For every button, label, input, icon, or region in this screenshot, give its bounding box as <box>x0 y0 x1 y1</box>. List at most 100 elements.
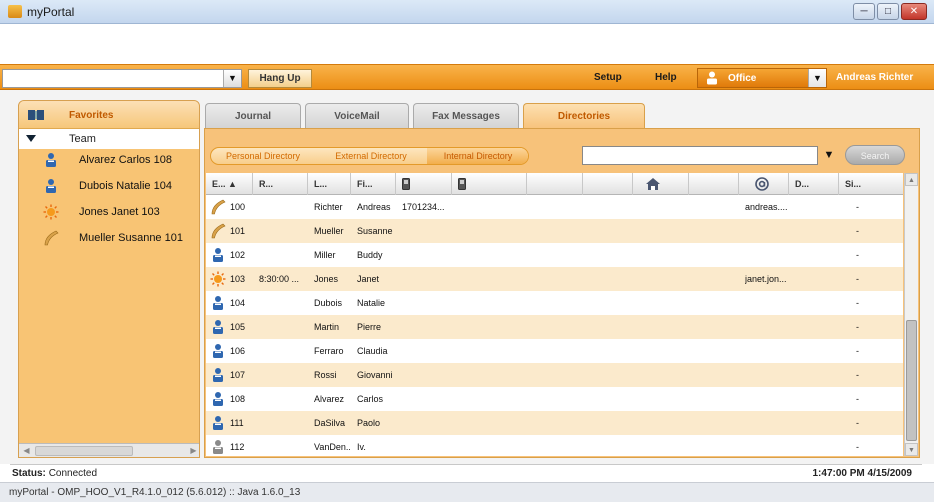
status-value: Connected <box>48 468 98 479</box>
scroll-left-icon[interactable]: ◀ <box>20 445 33 457</box>
maximize-button[interactable]: □ <box>877 3 899 20</box>
setup-menu[interactable]: Setup <box>594 72 622 83</box>
version-info: myPortal - OMP_HOO_V1_R4.1.0_012 (5.6.01… <box>9 487 301 498</box>
column-header-si[interactable]: Si... <box>839 173 903 195</box>
cell-first-name: Paolo <box>357 418 381 428</box>
column-header-mobile[interactable] <box>396 173 452 195</box>
window-title: myPortal <box>27 5 75 19</box>
cell-email: andreas.... <box>745 202 788 212</box>
presence-status-dropdown[interactable]: Office ▼ <box>697 68 827 88</box>
favorites-label: Favorites <box>69 110 114 121</box>
cell-email <box>745 339 793 363</box>
column-header-home[interactable] <box>633 173 689 195</box>
dial-dropdown-arrow[interactable]: ▼ <box>223 70 241 87</box>
cell-last-name: Jones <box>314 274 339 284</box>
scroll-right-icon[interactable]: ▶ <box>187 445 199 457</box>
favorites-sidebar: Favorites Team Alvarez Carlos 108 Dubois… <box>18 100 200 458</box>
subtab-external-directory[interactable]: External Directory <box>315 148 427 164</box>
column-header-email[interactable] <box>739 173 789 195</box>
team-group[interactable]: Team <box>19 129 199 149</box>
cell-si: - <box>856 322 859 332</box>
subtab-personal-directory[interactable]: Personal Directory <box>211 148 315 164</box>
cell-email <box>745 291 793 315</box>
person-icon <box>213 248 223 262</box>
table-row[interactable]: 112 VanDen... Iv. - <box>206 435 903 456</box>
table-vertical-scrollbar[interactable]: ▲ ▼ <box>904 173 918 456</box>
column-header-first-name[interactable]: Fi... <box>351 173 396 195</box>
close-button[interactable]: ✕ <box>901 3 927 20</box>
chevron-down-icon[interactable]: ▼ <box>808 69 826 87</box>
table-row[interactable]: 100 Richter Andreas 1701234... andreas.... - <box>206 195 903 219</box>
cell-first-name: Susanne <box>357 226 393 236</box>
tab-directories[interactable]: Directories <box>523 103 645 129</box>
favorite-item[interactable]: Jones Janet 103 <box>19 201 199 223</box>
hangup-button[interactable]: Hang Up <box>248 69 312 88</box>
table-row[interactable]: 101 Mueller Susanne - <box>206 219 903 243</box>
cell-phone <box>402 291 457 315</box>
dial-combobox[interactable]: ▼ <box>2 69 242 88</box>
tab-fax-messages[interactable]: Fax Messages <box>413 103 519 128</box>
favorite-item[interactable]: Dubois Natalie 104 <box>19 175 199 197</box>
column-header-r[interactable]: R... <box>253 173 308 195</box>
table-row[interactable]: 107 Rossi Giovanni - <box>206 363 903 387</box>
table-row[interactable]: 102 Miller Buddy - <box>206 243 903 267</box>
cell-si: - <box>856 418 859 428</box>
cell-first-name: Pierre <box>357 322 382 332</box>
column-header-blank-1[interactable] <box>527 173 583 195</box>
cell-extension: 104 <box>230 298 246 308</box>
cell-phone <box>402 267 457 291</box>
tab-journal[interactable]: Journal <box>205 103 301 128</box>
column-header-blank-2[interactable] <box>583 173 633 195</box>
subtab-internal-directory[interactable]: Internal Directory <box>427 148 528 164</box>
cell-phone <box>402 219 457 243</box>
chevron-down-icon[interactable]: ▼ <box>819 146 839 165</box>
person-icon <box>46 179 56 193</box>
column-header-extension[interactable]: E... ▲ <box>206 173 253 195</box>
directories-panel: Personal Directory External Directory In… <box>204 128 920 458</box>
table-row[interactable]: 106 Ferraro Claudia - <box>206 339 903 363</box>
cell-last-name: Dubois <box>314 298 343 308</box>
scrollbar-thumb[interactable] <box>35 446 133 456</box>
favorites-header[interactable]: Favorites <box>19 101 199 129</box>
table-row[interactable]: 104 Dubois Natalie - <box>206 291 903 315</box>
cell-r <box>259 411 307 435</box>
table-row[interactable]: 105 Martin Pierre - <box>206 315 903 339</box>
column-header-blank-3[interactable] <box>689 173 739 195</box>
search-button[interactable]: Search <box>845 145 905 165</box>
favorite-item[interactable]: Mueller Susanne 101 <box>19 227 199 249</box>
cell-last-name: Ferraro <box>314 346 344 356</box>
scrollbar-thumb[interactable] <box>906 320 917 441</box>
cell-si: - <box>856 370 859 380</box>
mobile-icon <box>402 178 410 190</box>
cell-last-name: Mueller <box>314 226 344 236</box>
cell-phone <box>402 339 457 363</box>
tab-voicemail[interactable]: VoiceMail <box>305 103 409 128</box>
favorite-item[interactable]: Alvarez Carlos 108 <box>19 149 199 171</box>
table-row[interactable]: 103 8:30:00 ... Jones Janet janet.jon... - <box>206 267 903 291</box>
column-header-d[interactable]: D... <box>789 173 839 195</box>
app-icon <box>8 5 22 18</box>
toolbar: ▼ Hang Up Setup Help Office ▼ Andreas Ri… <box>0 64 934 90</box>
scroll-up-icon[interactable]: ▲ <box>905 173 918 186</box>
user-name: Andreas Richter <box>836 72 914 83</box>
status-bar: Status: Connected 1:47:00 PM 4/15/2009 <box>10 464 922 482</box>
scroll-down-icon[interactable]: ▼ <box>905 443 918 456</box>
cell-first-name: Claudia <box>357 346 388 356</box>
cell-email <box>745 243 793 267</box>
help-menu[interactable]: Help <box>655 72 677 83</box>
table-row[interactable]: 108 Alvarez Carlos - <box>206 387 903 411</box>
cell-r <box>259 435 307 456</box>
search-input[interactable] <box>582 146 818 165</box>
sidebar-horizontal-scrollbar[interactable]: ◀ ▶ <box>19 443 199 457</box>
column-header-last-name[interactable]: L... <box>308 173 351 195</box>
cell-extension: 105 <box>230 322 246 332</box>
column-header-mobile-2[interactable] <box>452 173 527 195</box>
cell-extension: 101 <box>230 226 246 236</box>
table-row[interactable]: 111 DaSilva Paolo - <box>206 411 903 435</box>
minimize-button[interactable]: ─ <box>853 3 875 20</box>
cell-first-name: Buddy <box>357 250 383 260</box>
triangle-down-icon[interactable] <box>26 135 36 142</box>
phone-icon <box>211 223 226 239</box>
cell-last-name: Richter <box>314 202 343 212</box>
person-icon <box>707 71 717 85</box>
